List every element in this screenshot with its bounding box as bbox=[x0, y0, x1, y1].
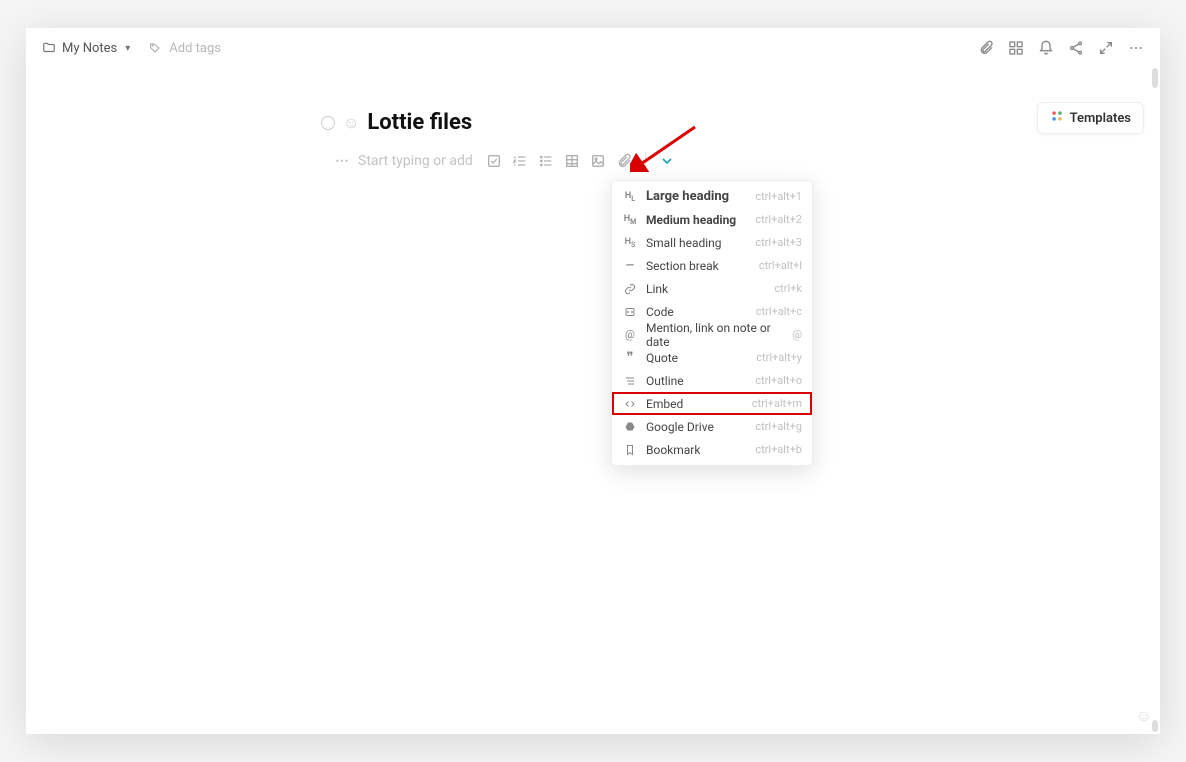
dropdown-item-label: Code bbox=[646, 305, 756, 319]
dropdown-item-shortcut: ctrl+k bbox=[774, 282, 802, 295]
dropdown-item-bookmark[interactable]: Bookmarkctrl+alt+b bbox=[612, 438, 812, 461]
title-area: ☺ Lottie files bbox=[321, 110, 472, 135]
dropdown-item-label: Quote bbox=[646, 351, 756, 365]
app-window: My Notes ▾ Add tags ☺ Lottie files ⋯ Sta… bbox=[26, 28, 1160, 734]
dropdown-item-icon bbox=[622, 398, 638, 410]
dropdown-item-shortcut: ctrl+alt+3 bbox=[755, 236, 802, 249]
expand-icon[interactable] bbox=[1098, 40, 1114, 56]
dropdown-item-outline[interactable]: Outlinectrl+alt+o bbox=[612, 369, 812, 392]
caret-down-icon: ▾ bbox=[125, 43, 135, 54]
dropdown-item-icon: ❞ bbox=[622, 350, 638, 365]
bell-icon[interactable] bbox=[1038, 40, 1054, 56]
dropdown-item-label: Google Drive bbox=[646, 420, 755, 434]
chevron-down-icon[interactable] bbox=[658, 152, 676, 170]
templates-button[interactable]: Templates bbox=[1037, 102, 1144, 134]
dropdown-item-label: Embed bbox=[646, 397, 752, 411]
add-tags-placeholder[interactable]: Add tags bbox=[169, 41, 221, 56]
dropdown-item-quote[interactable]: ❞ Quotectrl+alt+y bbox=[612, 346, 812, 369]
status-circle-icon[interactable] bbox=[321, 116, 335, 130]
emoji-icon[interactable]: ☺ bbox=[343, 113, 359, 133]
tag-icon bbox=[149, 42, 161, 54]
dropdown-item-shortcut: ctrl+alt+b bbox=[755, 443, 802, 456]
bullet-list-icon[interactable] bbox=[537, 152, 555, 170]
dropdown-item-shortcut: ctrl+alt+g bbox=[755, 420, 802, 433]
dropdown-item-label: Outline bbox=[646, 374, 755, 388]
dropdown-item-large-heading[interactable]: HL Large headingctrl+alt+1 bbox=[612, 185, 812, 208]
dropdown-item-icon: HL bbox=[622, 191, 638, 203]
templates-icon bbox=[1050, 109, 1064, 127]
dropdown-item-icon: @ bbox=[622, 328, 638, 341]
dropdown-item-mention-link-on-note-or-date[interactable]: @Mention, link on note or date@ bbox=[612, 323, 812, 346]
dropdown-item-google-drive[interactable]: Google Drivectrl+alt+g bbox=[612, 415, 812, 438]
dropdown-item-shortcut: ctrl+alt+m bbox=[752, 397, 802, 410]
dropdown-item-icon bbox=[622, 375, 638, 387]
dropdown-item-icon: — bbox=[622, 259, 638, 272]
dropdown-item-label: Link bbox=[646, 282, 774, 296]
dropdown-item-shortcut: ctrl+alt+y bbox=[756, 351, 802, 364]
topbar-actions bbox=[978, 40, 1144, 56]
dropdown-item-section-break[interactable]: — Section breakctrl+alt+l bbox=[612, 254, 812, 277]
topbar: My Notes ▾ Add tags bbox=[26, 28, 1160, 68]
dropdown-item-shortcut: ctrl+alt+o bbox=[755, 374, 802, 387]
editor-placeholder[interactable]: Start typing or add bbox=[358, 153, 473, 169]
dropdown-item-icon bbox=[622, 283, 638, 295]
numbered-list-icon[interactable] bbox=[511, 152, 529, 170]
more-icon[interactable] bbox=[1128, 40, 1144, 56]
dropdown-item-shortcut: ctrl+alt+l bbox=[759, 259, 802, 272]
dropdown-item-label: Large heading bbox=[646, 189, 755, 204]
dropdown-item-icon: HM bbox=[622, 214, 638, 226]
breadcrumb[interactable]: My Notes ▾ Add tags bbox=[42, 41, 221, 56]
grid-icon[interactable] bbox=[1008, 40, 1024, 56]
table-icon[interactable] bbox=[563, 152, 581, 170]
feedback-face-icon[interactable]: ☺ bbox=[1136, 706, 1152, 726]
dropdown-item-shortcut: ctrl+alt+2 bbox=[755, 213, 802, 226]
dropdown-item-label: Section break bbox=[646, 259, 759, 273]
scrollbar[interactable] bbox=[1152, 720, 1158, 732]
dropdown-item-icon bbox=[622, 421, 638, 433]
dropdown-item-icon bbox=[622, 444, 638, 456]
templates-label: Templates bbox=[1070, 111, 1131, 126]
scrollbar[interactable] bbox=[1152, 68, 1158, 88]
dropdown-item-shortcut: @ bbox=[792, 328, 802, 341]
dropdown-item-shortcut: ctrl+alt+1 bbox=[755, 190, 802, 203]
folder-icon bbox=[42, 41, 56, 55]
dropdown-item-icon bbox=[622, 306, 638, 318]
dropdown-item-shortcut: ctrl+alt+c bbox=[756, 305, 802, 318]
drag-handle-icon[interactable]: ⋯ bbox=[335, 153, 350, 169]
dropdown-item-label: Small heading bbox=[646, 236, 755, 250]
dropdown-item-embed[interactable]: Embedctrl+alt+m bbox=[612, 392, 812, 415]
page-title[interactable]: Lottie files bbox=[367, 110, 472, 135]
attachment-icon[interactable] bbox=[978, 40, 994, 56]
dropdown-item-medium-heading[interactable]: HM Medium headingctrl+alt+2 bbox=[612, 208, 812, 231]
dropdown-item-label: Bookmark bbox=[646, 443, 755, 457]
share-icon[interactable] bbox=[1068, 40, 1084, 56]
dropdown-item-link[interactable]: Linkctrl+k bbox=[612, 277, 812, 300]
editor-row: ⋯ Start typing or add bbox=[335, 152, 676, 170]
breadcrumb-label: My Notes bbox=[62, 41, 117, 56]
insert-dropdown: HL Large headingctrl+alt+1 HM Medium headin… bbox=[611, 180, 813, 466]
dropdown-item-label: Medium heading bbox=[646, 213, 755, 227]
image-icon[interactable] bbox=[589, 152, 607, 170]
attach-icon[interactable] bbox=[615, 152, 633, 170]
divider bbox=[645, 152, 646, 170]
dropdown-item-small-heading[interactable]: HS Small headingctrl+alt+3 bbox=[612, 231, 812, 254]
dropdown-item-icon: HS bbox=[622, 237, 638, 249]
dropdown-item-label: Mention, link on note or date bbox=[646, 321, 792, 349]
checkbox-icon[interactable] bbox=[485, 152, 503, 170]
